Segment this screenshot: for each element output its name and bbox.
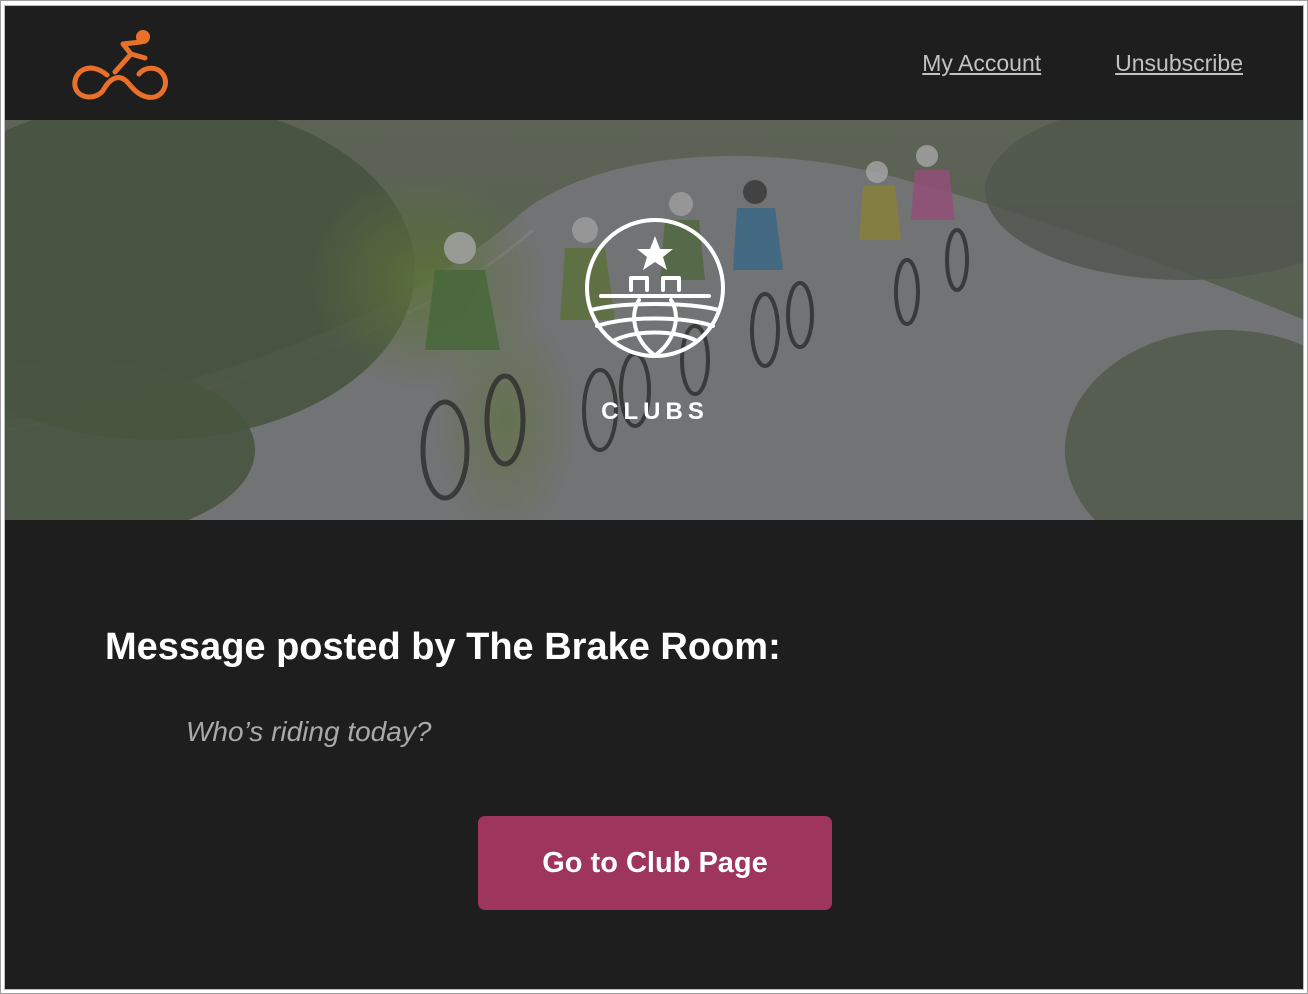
go-to-club-page-button[interactable]: Go to Club Page bbox=[478, 816, 832, 910]
clubs-label: CLUBS bbox=[601, 398, 709, 425]
clubs-emblem-icon bbox=[583, 216, 727, 360]
unsubscribe-link[interactable]: Unsubscribe bbox=[1115, 50, 1243, 77]
message-title: Message posted by The Brake Room: bbox=[105, 626, 781, 668]
cyclist-logo-icon[interactable] bbox=[69, 28, 171, 100]
message-section: Message posted by The Brake Room: Who’s … bbox=[5, 520, 1303, 989]
hero-banner: CLUBS bbox=[5, 120, 1303, 520]
header-nav: My Account Unsubscribe bbox=[922, 50, 1243, 77]
email-header: My Account Unsubscribe bbox=[5, 6, 1303, 120]
my-account-link[interactable]: My Account bbox=[922, 50, 1041, 77]
email-container: My Account Unsubscribe CLUBS Message pos… bbox=[4, 5, 1304, 990]
message-body: Who’s riding today? bbox=[186, 716, 432, 747]
